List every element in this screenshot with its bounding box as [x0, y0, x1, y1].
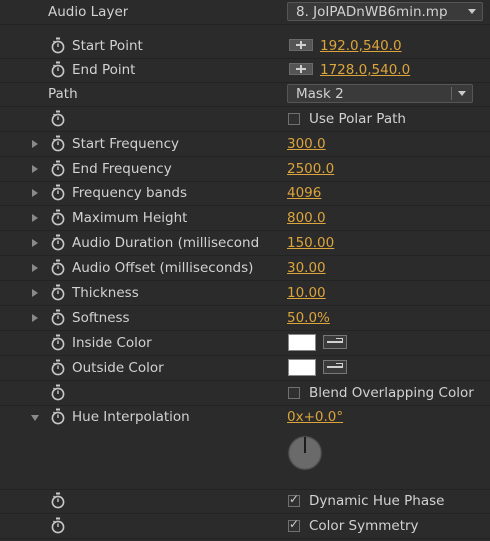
- stopwatch-icon[interactable]: [50, 259, 66, 276]
- audio-offset-value[interactable]: 30.00: [287, 260, 326, 276]
- blend-overlapping-label: Blend Overlapping Color: [309, 385, 474, 401]
- dynamic-hue-phase-checkbox[interactable]: [288, 492, 300, 507]
- stopwatch-icon[interactable]: [50, 492, 66, 509]
- outside-color-label: Outside Color: [72, 360, 164, 376]
- thickness-value[interactable]: 10.00: [287, 285, 326, 301]
- dropdown-separator: [451, 87, 452, 100]
- stopwatch-icon[interactable]: [50, 359, 66, 376]
- frequency-bands-label: Frequency bands: [72, 185, 188, 201]
- stopwatch-icon[interactable]: [50, 309, 66, 326]
- dynamic-hue-phase-label: Dynamic Hue Phase: [309, 493, 445, 509]
- twirl-triangle-icon[interactable]: [32, 189, 38, 197]
- stopwatch-icon[interactable]: [50, 37, 66, 54]
- maximum-height-label: Maximum Height: [72, 210, 188, 226]
- stopwatch-icon[interactable]: [50, 160, 66, 177]
- inside-color-swatch[interactable]: [288, 334, 316, 351]
- eyedropper-icon[interactable]: [323, 335, 347, 349]
- twirl-triangle-icon[interactable]: [32, 289, 38, 297]
- use-polar-path-label: Use Polar Path: [309, 111, 406, 127]
- twirl-triangle-icon[interactable]: [31, 415, 39, 421]
- stopwatch-icon[interactable]: [50, 384, 66, 401]
- inside-color-label: Inside Color: [72, 335, 152, 351]
- color-symmetry-row: Color Symmetry: [0, 514, 490, 539]
- blend-overlapping-row: Blend Overlapping Color: [0, 381, 490, 406]
- start-point-value[interactable]: 192.0,540.0: [320, 38, 402, 54]
- audio-layer-dropdown[interactable]: 8. JoIPADnWB6min.mp: [287, 2, 483, 21]
- color-symmetry-label: Color Symmetry: [309, 518, 419, 534]
- hue-interpolation-value[interactable]: 0x+0.0°: [287, 409, 343, 425]
- audio-offset-row: Audio Offset (milliseconds) 30.00: [0, 256, 490, 281]
- maximum-height-row: Maximum Height 800.0: [0, 206, 490, 231]
- frequency-bands-row: Frequency bands 4096: [0, 181, 490, 206]
- stopwatch-icon[interactable]: [50, 61, 66, 78]
- crosshair-icon[interactable]: [289, 63, 313, 75]
- blend-overlapping-checkbox[interactable]: [288, 387, 300, 399]
- audio-offset-label: Audio Offset (milliseconds): [72, 260, 254, 276]
- audio-layer-value: 8. JoIPADnWB6min.mp: [296, 4, 448, 20]
- end-frequency-value[interactable]: 2500.0: [287, 161, 334, 177]
- stopwatch-icon[interactable]: [50, 135, 66, 152]
- path-row: Path Mask 2: [0, 82, 490, 107]
- path-label: Path: [48, 86, 78, 102]
- start-point-row: Start Point 192.0,540.0: [0, 34, 490, 59]
- stopwatch-icon[interactable]: [50, 517, 66, 534]
- dynamic-hue-phase-row: Dynamic Hue Phase: [0, 489, 490, 514]
- audio-duration-label: Audio Duration (millisecond: [72, 235, 260, 251]
- use-polar-path-row: Use Polar Path: [0, 107, 490, 132]
- end-frequency-label: End Frequency: [72, 161, 172, 177]
- stopwatch-icon[interactable]: [50, 234, 66, 251]
- twirl-triangle-icon[interactable]: [32, 239, 38, 247]
- stopwatch-icon[interactable]: [50, 209, 66, 226]
- start-frequency-row: Start Frequency 300.0: [0, 132, 490, 157]
- stopwatch-icon[interactable]: [50, 184, 66, 201]
- thickness-row: Thickness 10.00: [0, 281, 490, 306]
- twirl-triangle-icon[interactable]: [32, 165, 38, 173]
- softness-label: Softness: [72, 310, 130, 326]
- twirl-triangle-icon[interactable]: [32, 314, 38, 322]
- chevron-down-icon: [458, 91, 466, 96]
- outside-color-swatch[interactable]: [288, 359, 316, 376]
- stopwatch-icon[interactable]: [50, 110, 66, 127]
- eyedropper-icon[interactable]: [323, 360, 347, 374]
- outside-color-row: Outside Color: [0, 356, 490, 381]
- stopwatch-icon[interactable]: [50, 408, 66, 425]
- angle-dial[interactable]: [286, 434, 324, 472]
- thickness-label: Thickness: [72, 285, 139, 301]
- frequency-bands-value[interactable]: 4096: [287, 185, 321, 201]
- crosshair-icon[interactable]: [289, 39, 313, 51]
- inside-color-row: Inside Color: [0, 331, 490, 356]
- softness-row: Softness 50.0%: [0, 306, 490, 331]
- stopwatch-icon[interactable]: [50, 334, 66, 351]
- hue-interpolation-label: Hue Interpolation: [72, 409, 190, 425]
- audio-duration-value[interactable]: 150.00: [287, 235, 334, 251]
- end-frequency-row: End Frequency 2500.0: [0, 157, 490, 182]
- stopwatch-icon[interactable]: [50, 284, 66, 301]
- hue-interpolation-dial-area: [0, 431, 490, 490]
- twirl-triangle-icon[interactable]: [32, 140, 38, 148]
- start-frequency-value[interactable]: 300.0: [287, 136, 326, 152]
- effect-controls-panel: Audio Layer 8. JoIPADnWB6min.mp Start Po…: [0, 0, 490, 541]
- softness-value[interactable]: 50.0%: [287, 310, 330, 326]
- end-point-row: End Point 1728.0,540.0: [0, 58, 490, 83]
- path-value: Mask 2: [296, 86, 344, 102]
- end-point-value[interactable]: 1728.0,540.0: [320, 62, 410, 78]
- color-symmetry-checkbox[interactable]: [288, 517, 300, 532]
- audio-layer-label: Audio Layer: [48, 4, 129, 20]
- use-polar-path-checkbox[interactable]: [288, 113, 300, 125]
- hue-interpolation-row: Hue Interpolation 0x+0.0°: [0, 405, 490, 430]
- audio-duration-row: Audio Duration (millisecond 150.00: [0, 231, 490, 256]
- audio-layer-row: Audio Layer 8. JoIPADnWB6min.mp: [0, 0, 490, 25]
- path-dropdown[interactable]: Mask 2: [287, 84, 473, 103]
- maximum-height-value[interactable]: 800.0: [287, 210, 326, 226]
- chevron-down-icon: [468, 9, 476, 14]
- twirl-triangle-icon[interactable]: [32, 264, 38, 272]
- twirl-triangle-icon[interactable]: [32, 214, 38, 222]
- start-frequency-label: Start Frequency: [72, 136, 180, 152]
- end-point-label: End Point: [72, 62, 136, 78]
- start-point-label: Start Point: [72, 38, 143, 54]
